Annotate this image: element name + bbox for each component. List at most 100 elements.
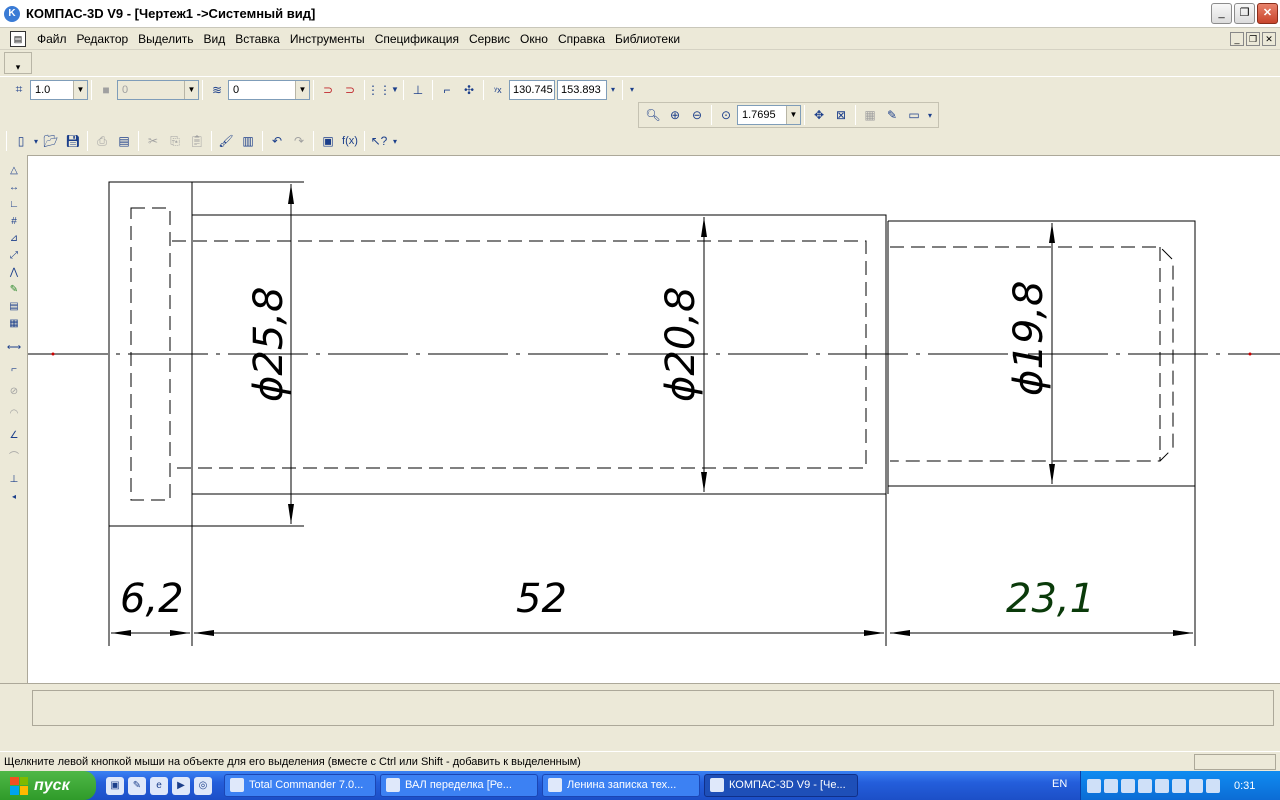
property-panel-area[interactable] — [32, 690, 1274, 726]
chevron-down-icon[interactable]: ▼ — [786, 106, 800, 124]
save-icon[interactable]: 💾︎ — [62, 130, 84, 152]
zoom-in-icon[interactable]: ⊕ — [664, 104, 686, 126]
connection-icon[interactable] — [1121, 778, 1135, 793]
maximize-button[interactable]: ❐ — [1234, 3, 1255, 24]
reports-icon[interactable]: ▦ — [4, 316, 24, 332]
angle-dimension-icon[interactable]: ∠ — [4, 428, 24, 444]
chevron-down-icon[interactable]: ▾ — [607, 79, 619, 101]
local-snap-icon[interactable]: ⊃ — [339, 79, 361, 101]
task-total-commander[interactable]: Total Commander 7.0... — [224, 774, 376, 797]
regenerate-icon[interactable]: ✎ — [881, 104, 903, 126]
zoom-combo[interactable]: 1.7695 ▼ — [737, 105, 801, 125]
diameter-dimension-icon[interactable]: ⊘ — [4, 384, 24, 400]
dim-text-l6[interactable]: 6,2 — [120, 576, 184, 622]
menu-editor[interactable]: Редактор — [72, 32, 134, 46]
menu-view[interactable]: Вид — [199, 32, 231, 46]
copy-properties-icon[interactable]: 🖌︎ — [215, 130, 237, 152]
menu-tools[interactable]: Инструменты — [285, 32, 370, 46]
local-cs-icon[interactable]: ⊥ — [407, 79, 429, 101]
radial-dimension-icon[interactable]: ◠ — [4, 406, 24, 422]
grid-step-icon[interactable]: ⌗ — [8, 79, 30, 101]
snap-magnet-icon[interactable]: ⊃ — [317, 79, 339, 101]
volume-icon[interactable] — [1138, 778, 1152, 793]
task-kompas[interactable]: КОМПАС-3D V9 - [Че... — [704, 774, 858, 797]
properties-icon[interactable]: ▥ — [237, 130, 259, 152]
document-icon[interactable]: ▤ — [10, 30, 26, 47]
menu-insert[interactable]: Вставка — [230, 32, 285, 46]
style-combo[interactable]: 0 ▼ — [228, 79, 310, 100]
round-mode-icon[interactable]: ✣ — [458, 79, 480, 101]
display-settings-icon[interactable]: ▭ — [903, 104, 925, 126]
dim-text-d20[interactable]: ϕ20,8 — [658, 287, 704, 402]
mdi-minimize-button[interactable]: _ — [1230, 32, 1244, 46]
spec-icon[interactable]: ▤ — [4, 299, 24, 315]
associative-views-icon[interactable]: ✎ — [4, 282, 24, 298]
new-document-icon[interactable]: ▯ — [10, 130, 32, 152]
print-preview-icon[interactable]: ▤ — [113, 130, 135, 152]
opera-icon[interactable] — [1206, 778, 1220, 793]
close-button[interactable]: ✕ — [1257, 3, 1278, 24]
pan-icon[interactable]: ✥ — [808, 104, 830, 126]
geometry-icon[interactable]: △ — [4, 163, 24, 179]
chevron-down-icon[interactable]: ▾ — [32, 130, 40, 152]
step-combo[interactable]: 1.0 ▼ — [30, 79, 88, 100]
app-tray-icon[interactable] — [1189, 778, 1203, 793]
menu-specification[interactable]: Спецификация — [370, 32, 464, 46]
dim-text-d19[interactable]: ϕ19,8 — [1006, 281, 1052, 396]
chevron-down-icon[interactable]: ▼ — [295, 80, 309, 99]
show-all-icon[interactable]: ⊠ — [830, 104, 852, 126]
chevron-down-icon[interactable]: ▾ — [925, 104, 935, 126]
zoom-scale-icon[interactable]: ⊙ — [715, 104, 737, 126]
dim-text-l52[interactable]: 52 — [516, 576, 567, 622]
task-val-doc[interactable]: ВАЛ переделка [Ре... — [380, 774, 538, 797]
editing-icon[interactable]: # — [4, 214, 24, 230]
zoom-window-icon[interactable]: 🔍︎ — [642, 104, 664, 126]
redo-icon[interactable]: ↷ — [288, 130, 310, 152]
paste-icon[interactable]: 📋︎ — [186, 130, 208, 152]
chevron-down-icon[interactable]: ▾ — [390, 130, 400, 152]
menu-select[interactable]: Выделить — [133, 32, 198, 46]
menu-service[interactable]: Сервис — [464, 32, 515, 46]
parameterization-icon[interactable]: ⊿ — [4, 231, 24, 247]
dim-text-d25[interactable]: ϕ25,8 — [246, 287, 292, 402]
task-note-doc[interactable]: Ленина записка тех... — [542, 774, 700, 797]
mdi-restore-button[interactable]: ❐ — [1246, 32, 1260, 46]
update-icon[interactable] — [1172, 778, 1186, 793]
ie-quicklaunch-icon[interactable]: e — [150, 776, 168, 795]
kompas-quicklaunch-icon[interactable]: ▣ — [106, 776, 124, 795]
height-mark-icon[interactable]: ⊥ — [4, 472, 24, 488]
open-folder-icon[interactable]: 📂︎ — [40, 130, 62, 152]
copy-icon[interactable]: ⎘ — [164, 130, 186, 152]
linear-dimension-icon[interactable]: ⟷ — [4, 340, 24, 356]
layers-icon[interactable]: ≋ — [206, 79, 228, 101]
media-quicklaunch-icon[interactable]: ▶ — [172, 776, 190, 795]
grid-icon[interactable]: ⋮⋮ — [367, 79, 391, 101]
chevron-down-icon[interactable]: ▼ — [390, 79, 400, 101]
designations-icon[interactable]: ∟ — [4, 197, 24, 213]
coord-y-field[interactable]: 153.893 — [557, 79, 607, 100]
zoom-out-icon[interactable]: ⊖ — [686, 104, 708, 126]
dim-text-l23[interactable]: 23,1 — [1006, 576, 1095, 622]
mdi-close-button[interactable]: ✕ — [1262, 32, 1276, 46]
menu-file[interactable]: Файл — [32, 32, 72, 46]
start-button[interactable]: пуск — [0, 771, 96, 800]
print-icon[interactable]: ⎙ — [91, 130, 113, 152]
compact-toolbar-dropdown[interactable]: ▾ — [4, 52, 32, 74]
chevron-down-icon[interactable]: ▼ — [73, 80, 87, 99]
paint-quicklaunch-icon[interactable]: ✎ — [128, 776, 146, 795]
antivirus-icon[interactable] — [1104, 778, 1118, 793]
menu-window[interactable]: Окно — [515, 32, 553, 46]
select-icon[interactable]: ⋀ — [4, 265, 24, 281]
cut-icon[interactable]: ✂ — [142, 130, 164, 152]
auto-dimension-icon[interactable]: ⌐ — [4, 362, 24, 378]
panel-scroll-icon[interactable]: ◂ — [4, 489, 24, 505]
context-help-icon[interactable]: ↖? — [368, 130, 390, 152]
clock[interactable]: 0:31 — [1234, 780, 1255, 792]
ortho-mode-icon[interactable]: ⌐ — [436, 79, 458, 101]
language-indicator[interactable]: EN — [1052, 778, 1067, 790]
menu-libraries[interactable]: Библиотеки — [610, 32, 685, 46]
undo-icon[interactable]: ↶ — [266, 130, 288, 152]
variables-icon[interactable]: f(x) — [339, 130, 361, 152]
measure-icon[interactable]: ⤢ — [4, 248, 24, 264]
refresh-icon[interactable]: ▦ — [859, 104, 881, 126]
